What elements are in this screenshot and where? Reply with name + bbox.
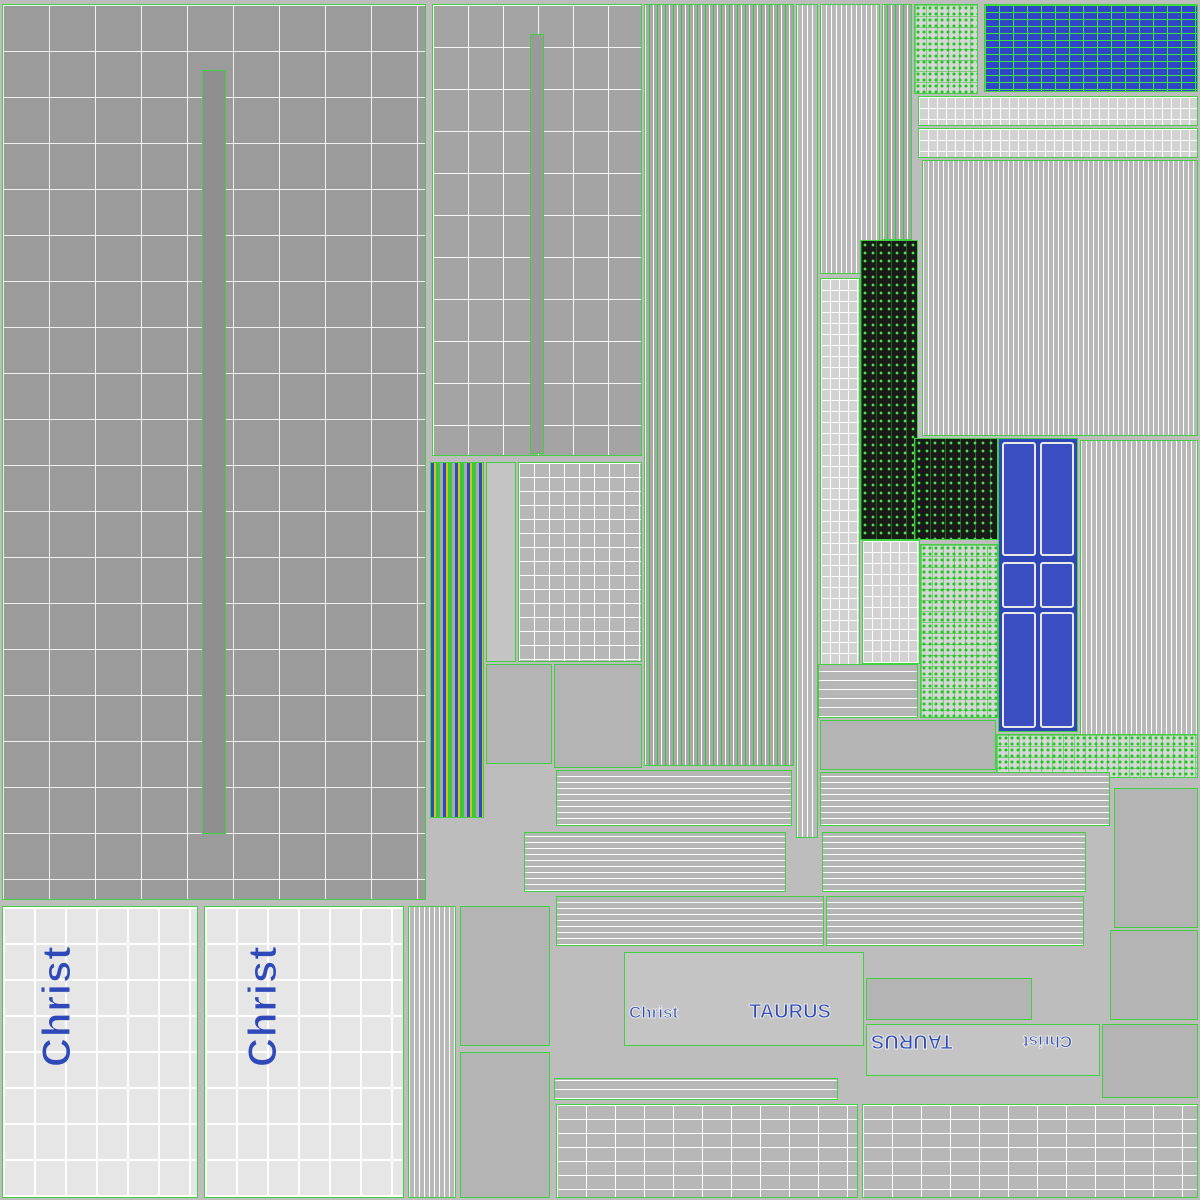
blue-cell bbox=[1002, 612, 1036, 728]
strips-mid-right bbox=[820, 772, 1110, 826]
logo-text: Christ bbox=[241, 945, 286, 1068]
blue-cell bbox=[1040, 442, 1074, 556]
parts-white-mid bbox=[862, 540, 920, 664]
logo-text: Christ bbox=[35, 945, 80, 1068]
parts-small-pieces bbox=[820, 278, 860, 668]
blue-grid-panel bbox=[984, 4, 1198, 92]
uv-texture-atlas: Christ Christ Christ TAURUS TAURUS Chris… bbox=[0, 0, 1200, 1200]
parts-dark-right bbox=[914, 438, 998, 540]
strips-small-block bbox=[818, 664, 918, 718]
label-band: Christ TAURUS bbox=[624, 952, 864, 1046]
logo-panel: Christ bbox=[204, 906, 404, 1198]
parts-dark-left bbox=[860, 240, 918, 540]
label-christ-flipped: Christ bbox=[1023, 1032, 1073, 1052]
blue-cell bbox=[1040, 612, 1074, 728]
column-strips-small bbox=[882, 4, 912, 240]
piece-block bbox=[486, 664, 552, 764]
parts-cluster-top bbox=[914, 4, 978, 94]
blue-cell bbox=[1002, 562, 1036, 608]
piece-bottom-right-2 bbox=[1110, 930, 1198, 1020]
label-band-flipped: TAURUS Christ bbox=[866, 1024, 1100, 1076]
piece-bottom-edge bbox=[1102, 1024, 1198, 1098]
blue-cell bbox=[1040, 562, 1074, 608]
column-strips bbox=[644, 4, 794, 766]
strips-bottom-wide bbox=[556, 896, 824, 946]
logo-panel: Christ bbox=[2, 906, 198, 1198]
blue-cell bbox=[1002, 442, 1036, 556]
parts-strip-row bbox=[918, 96, 1198, 126]
label-christ: Christ bbox=[628, 1003, 679, 1023]
strip-plain bbox=[486, 462, 516, 662]
piece-bottom bbox=[460, 1052, 550, 1198]
green-cell-grid bbox=[518, 462, 642, 662]
tall-strips-right bbox=[922, 160, 1198, 436]
column-strips-narrow bbox=[820, 4, 880, 274]
strips-bottom-left bbox=[408, 906, 456, 1198]
strips-mid-right-2 bbox=[822, 832, 1086, 892]
strips-mid-block bbox=[556, 770, 792, 826]
strips-right-edge bbox=[1080, 440, 1198, 736]
strips-bottom-wide-2 bbox=[826, 896, 1084, 946]
parts-strip-row-2 bbox=[918, 128, 1198, 158]
vertical-beam-uv-2 bbox=[530, 34, 544, 454]
cells-bottom-right bbox=[862, 1104, 1198, 1198]
label-taurus-flipped: TAURUS bbox=[871, 1030, 954, 1053]
piece-bottom bbox=[460, 906, 550, 1046]
strips-mid-block-2 bbox=[524, 832, 786, 892]
piece-small bbox=[820, 720, 996, 770]
column-strips-white bbox=[796, 4, 818, 838]
piece-block bbox=[554, 664, 642, 768]
colored-strips bbox=[430, 462, 484, 818]
piece-right bbox=[1114, 788, 1198, 928]
piece-bottom-right bbox=[866, 978, 1032, 1020]
parts-cluster-mid bbox=[920, 544, 998, 718]
vertical-beam-uv bbox=[202, 70, 226, 834]
label-taurus: TAURUS bbox=[749, 1001, 832, 1024]
strips-bottom-long bbox=[554, 1078, 838, 1100]
cells-bottom bbox=[556, 1104, 858, 1198]
